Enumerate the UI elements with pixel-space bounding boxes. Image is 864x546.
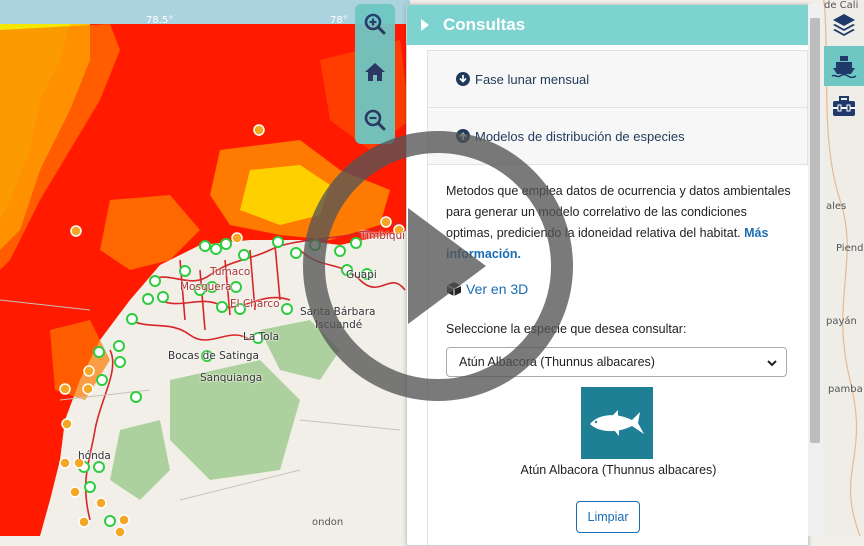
tuna-fish-icon: [590, 410, 644, 436]
place-label: Tumaco: [210, 266, 251, 278]
arrow-down-circle-icon: [456, 72, 470, 86]
zoom-in-icon: [364, 13, 386, 35]
home-button[interactable]: [355, 52, 395, 92]
consultas-tool-button[interactable]: [824, 46, 864, 86]
place-label: ondon: [312, 517, 344, 528]
panel-title: Consultas: [443, 15, 526, 34]
place-label: Bocas de Satinga: [168, 350, 259, 362]
place-label: Mosquera: [180, 281, 232, 293]
map-zoom-controls: [355, 4, 395, 144]
zoom-in-button[interactable]: [355, 4, 395, 44]
play-video-overlay[interactable]: [300, 128, 576, 404]
right-toolbar: [824, 4, 864, 536]
chevron-down-icon: [767, 360, 777, 367]
species-name: Atún Albacora (Thunnus albacares): [520, 463, 717, 477]
species-image: [581, 387, 653, 459]
caret-right-icon: [421, 19, 429, 31]
place-label: hónda: [78, 450, 111, 462]
clear-button[interactable]: Limpiar: [576, 501, 640, 533]
section-label: Fase lunar mensual: [475, 71, 590, 87]
home-icon: [365, 63, 385, 81]
panel-header[interactable]: Consultas: [407, 5, 808, 45]
longitude-tick: 78°: [330, 15, 348, 26]
toolbox-icon: [833, 96, 855, 116]
ship-icon: [831, 56, 857, 78]
place-label: Sanquianga: [200, 372, 263, 384]
tools-button[interactable]: [824, 86, 864, 126]
place-label: El Charco: [230, 298, 280, 310]
layers-icon: [833, 14, 855, 36]
scrollbar-thumb[interactable]: [810, 18, 820, 443]
place-label: La Tola: [243, 331, 280, 343]
longitude-tick: 78.5°: [146, 15, 174, 26]
layers-button[interactable]: [824, 4, 864, 44]
section-fase-lunar[interactable]: Fase lunar mensual: [428, 51, 807, 108]
play-icon: [408, 208, 486, 324]
